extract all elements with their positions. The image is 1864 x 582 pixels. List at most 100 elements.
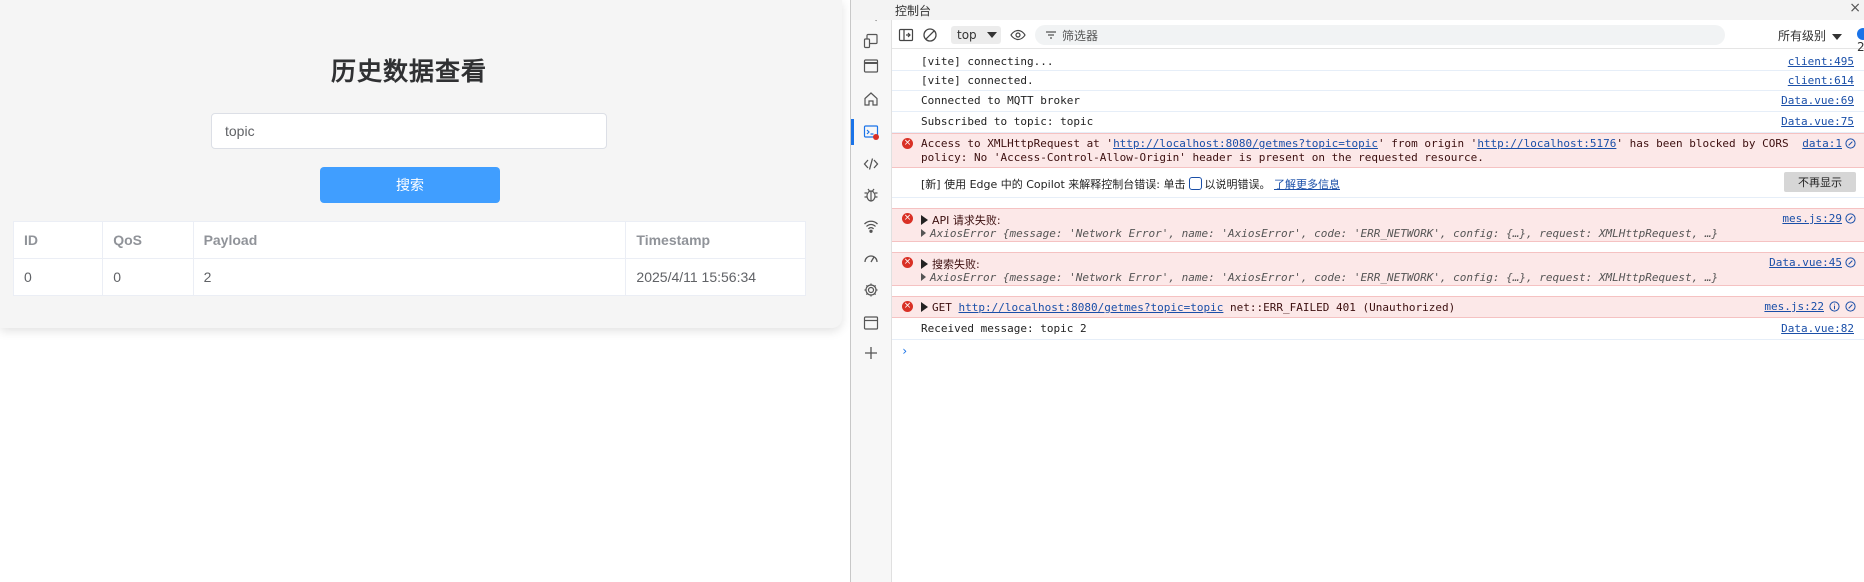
error-message[interactable]: GET http://localhost:8080/getmes?topic=t…	[921, 301, 1455, 314]
log-source-link[interactable]: Data.vue:45	[1769, 256, 1842, 269]
log-source-link[interactable]: Data.vue:69	[1781, 94, 1854, 107]
request-url-link[interactable]: http://localhost:8080/getmes?topic=topic	[959, 301, 1224, 314]
history-card: 历史数据查看 搜索 ID QoS Payload Timestamp 0 0 2	[0, 0, 842, 328]
expand-triangle-icon	[921, 302, 928, 312]
chevron-down-icon	[987, 32, 997, 38]
error-detail[interactable]: AxiosError {message: 'Network Error', na…	[921, 227, 1718, 240]
eye-icon[interactable]	[1010, 27, 1026, 43]
history-data-table: ID QoS Payload Timestamp 0 0 2 2025/4/11…	[12, 221, 806, 296]
network-icon[interactable]	[863, 218, 879, 234]
log-source-link[interactable]: client:495	[1788, 55, 1854, 68]
chevron-down-icon	[1832, 33, 1843, 40]
bug-icon[interactable]	[863, 187, 879, 203]
column-header-qos[interactable]: QoS	[102, 221, 194, 259]
copilot-explain-icon[interactable]	[1845, 257, 1856, 268]
error-text: ' has been blocked by CORS	[1616, 137, 1789, 150]
copilot-banner: [新] 使用 Edge 中的 Copilot 来解释控制台错误: 单击 以说明错误…	[892, 168, 1864, 198]
error-detail[interactable]: AxiosError {message: 'Network Error', na…	[921, 271, 1718, 284]
page-title: 历史数据查看	[330, 57, 487, 86]
expand-triangle-icon	[921, 215, 928, 225]
console-log-row: Subscribed to topic: topic Data.vue:75	[892, 112, 1864, 133]
topic-search-input[interactable]	[211, 113, 607, 149]
console-log-row: Connected to MQTT broker Data.vue:69	[892, 91, 1864, 112]
console-error-row: × 搜索失败: AxiosError {message: 'Network Er…	[892, 252, 1864, 286]
log-source-link[interactable]: mes.js:22	[1764, 300, 1824, 313]
error-icon: ×	[902, 138, 913, 149]
copilot-text: 以说明错误。	[1204, 178, 1271, 191]
log-source-link[interactable]: mes.js:29	[1782, 212, 1842, 225]
copilot-text: [新] 使用 Edge 中的 Copilot 来解释控制台错误: 单击	[921, 178, 1186, 191]
performance-icon[interactable]	[863, 250, 879, 266]
axios-error-detail: AxiosError {message: 'Network Error', na…	[930, 227, 1719, 240]
origin-url-link[interactable]: http://localhost:5176	[1477, 137, 1616, 150]
add-icon[interactable]	[863, 345, 879, 361]
devtools-title: 控制台	[895, 4, 932, 18]
error-icon: ×	[902, 213, 913, 224]
cell-qos: 0	[102, 258, 194, 296]
copilot-explain-icon[interactable]	[1845, 301, 1856, 312]
device-icon[interactable]	[863, 33, 879, 49]
log-message: [vite] connecting...	[921, 55, 1054, 68]
cell-timestamp: 2025/4/11 15:56:34	[625, 258, 806, 296]
context-selector[interactable]: top	[951, 26, 1001, 44]
context-value: top	[957, 28, 977, 42]
log-message: Received message: topic 2	[921, 322, 1087, 335]
console-log-row: Received message: topic 2 Data.vue:82	[892, 318, 1864, 340]
console-prompt[interactable]: ›	[901, 344, 908, 358]
copilot-explain-icon[interactable]	[1845, 213, 1856, 224]
sidebar-toggle-icon[interactable]	[898, 27, 914, 43]
log-message: Connected to MQTT broker	[921, 94, 1080, 107]
expand-triangle-icon	[921, 259, 928, 269]
console-error-row: × GET http://localhost:8080/getmes?topic…	[892, 296, 1864, 318]
column-header-payload[interactable]: Payload	[192, 221, 627, 259]
error-message-line2: policy: No 'Access-Control-Allow-Origin'…	[921, 151, 1484, 164]
close-icon[interactable]: ×	[1849, 0, 1861, 16]
console-icon[interactable]	[863, 124, 879, 140]
console-error-row: × API 请求失败: AxiosError {message: 'Networ…	[892, 208, 1864, 242]
error-message[interactable]: 搜索失败:	[921, 256, 980, 272]
home-icon[interactable]	[863, 91, 879, 107]
log-message: [vite] connected.	[921, 74, 1034, 87]
expand-triangle-icon	[921, 229, 926, 237]
axios-error-detail: AxiosError {message: 'Network Error', na…	[930, 271, 1719, 284]
learn-more-link[interactable]: 了解更多信息	[1274, 178, 1340, 191]
log-source-link[interactable]: client:614	[1788, 74, 1854, 87]
settings-gear-icon[interactable]	[863, 282, 879, 298]
dont-show-again-button[interactable]: 不再显示	[1784, 172, 1856, 192]
application-icon[interactable]	[863, 315, 879, 331]
log-levels-dropdown[interactable]: 所有级别	[1778, 27, 1843, 44]
log-source-link[interactable]: Data.vue:75	[1781, 115, 1854, 128]
clear-console-icon[interactable]	[922, 27, 938, 43]
error-message[interactable]: API 请求失败:	[921, 212, 1001, 228]
error-title: API 请求失败:	[932, 214, 1001, 227]
console-toolbar: top 筛选器 所有级别 27	[892, 22, 1864, 54]
error-icon: ×	[902, 301, 913, 312]
console-log-row: [vite] connected. client:614	[892, 71, 1864, 91]
copilot-icon	[1188, 177, 1202, 190]
filter-icon	[1044, 28, 1058, 42]
console-messages: [vite] connecting... client:495 [vite] c…	[892, 49, 1864, 582]
log-source-link[interactable]: data:1	[1802, 137, 1842, 150]
error-text: Access to XMLHttpRequest at '	[921, 137, 1114, 150]
http-status: net::ERR_FAILED 401 (Unauthorized)	[1230, 301, 1456, 314]
column-header-id[interactable]: ID	[12, 221, 104, 259]
http-method: GET	[932, 301, 952, 314]
table-row: 0 0 2 2025/4/11 15:56:34	[12, 258, 806, 296]
cell-payload: 2	[192, 258, 627, 296]
copilot-explain-icon[interactable]	[1845, 138, 1856, 149]
request-url-link[interactable]: http://localhost:8080/getmes?topic=topic	[1113, 137, 1378, 150]
error-text: ' from origin '	[1377, 137, 1478, 150]
sources-icon[interactable]	[863, 156, 879, 172]
search-button[interactable]: 搜索	[320, 167, 500, 203]
copilot-message: [新] 使用 Edge 中的 Copilot 来解释控制台错误: 单击 以说明错误…	[921, 176, 1340, 192]
web-app: 历史数据查看 搜索 ID QoS Payload Timestamp 0 0 2	[0, 0, 850, 582]
welcome-icon[interactable]	[863, 58, 879, 74]
console-filter-input[interactable]: 筛选器	[1035, 25, 1725, 45]
info-icon[interactable]	[1829, 301, 1840, 312]
log-source-link[interactable]: Data.vue:82	[1781, 322, 1854, 335]
console-error-row: × Access to XMLHttpRequest at 'http://lo…	[892, 133, 1864, 168]
table-header-row: ID QoS Payload Timestamp	[12, 221, 806, 259]
devtools-title-bar: 控制台 ×	[851, 0, 1864, 20]
column-header-timestamp[interactable]: Timestamp	[625, 221, 806, 259]
devtools-activity-bar	[851, 0, 892, 582]
